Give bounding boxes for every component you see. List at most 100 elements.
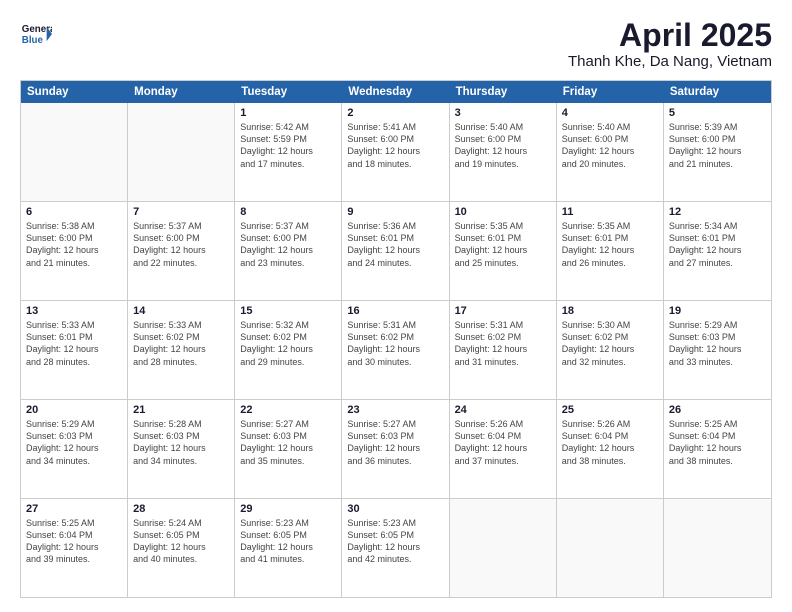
calendar-row-4: 27 Sunrise: 5:25 AM Sunset: 6:04 PM Dayli… [21,499,771,597]
calendar-cell [450,499,557,597]
calendar-cell: 23 Sunrise: 5:27 AM Sunset: 6:03 PM Dayli… [342,400,449,498]
cell-info: Sunrise: 5:31 AM Sunset: 6:02 PM Dayligh… [347,319,443,368]
title-block: April 2025 Thanh Khe, Da Nang, Vietnam [568,18,772,70]
cell-info: Sunrise: 5:40 AM Sunset: 6:00 PM Dayligh… [562,121,658,170]
cell-day-number: 7 [133,206,229,218]
cell-day-number: 15 [240,305,336,317]
cell-day-number: 13 [26,305,122,317]
cell-info: Sunrise: 5:32 AM Sunset: 6:02 PM Dayligh… [240,319,336,368]
cell-info: Sunrise: 5:26 AM Sunset: 6:04 PM Dayligh… [455,418,551,467]
calendar-cell: 18 Sunrise: 5:30 AM Sunset: 6:02 PM Dayli… [557,301,664,399]
cell-day-number: 3 [455,107,551,119]
weekday-header-saturday: Saturday [664,81,771,103]
cell-info: Sunrise: 5:41 AM Sunset: 6:00 PM Dayligh… [347,121,443,170]
cell-day-number: 29 [240,503,336,515]
calendar-cell: 19 Sunrise: 5:29 AM Sunset: 6:03 PM Dayli… [664,301,771,399]
calendar-cell: 24 Sunrise: 5:26 AM Sunset: 6:04 PM Dayli… [450,400,557,498]
calendar-cell: 27 Sunrise: 5:25 AM Sunset: 6:04 PM Dayli… [21,499,128,597]
cell-info: Sunrise: 5:37 AM Sunset: 6:00 PM Dayligh… [133,220,229,269]
calendar-cell: 30 Sunrise: 5:23 AM Sunset: 6:05 PM Dayli… [342,499,449,597]
cell-info: Sunrise: 5:30 AM Sunset: 6:02 PM Dayligh… [562,319,658,368]
cell-day-number: 20 [26,404,122,416]
cell-day-number: 2 [347,107,443,119]
calendar-cell: 1 Sunrise: 5:42 AM Sunset: 5:59 PM Daylig… [235,103,342,201]
calendar-cell: 4 Sunrise: 5:40 AM Sunset: 6:00 PM Daylig… [557,103,664,201]
cell-info: Sunrise: 5:39 AM Sunset: 6:00 PM Dayligh… [669,121,766,170]
weekday-header-monday: Monday [128,81,235,103]
calendar-cell: 21Sunrise: 5:28 AM Sunset: 6:03 PM Dayli… [128,400,235,498]
calendar-cell: 7 Sunrise: 5:37 AM Sunset: 6:00 PM Daylig… [128,202,235,300]
cell-day-number: 12 [669,206,766,218]
logo: General Blue [20,18,52,50]
cell-info: Sunrise: 5:36 AM Sunset: 6:01 PM Dayligh… [347,220,443,269]
cell-info: Sunrise: 5:29 AM Sunset: 6:03 PM Dayligh… [26,418,122,467]
weekday-header-friday: Friday [557,81,664,103]
calendar-cell: 20 Sunrise: 5:29 AM Sunset: 6:03 PM Dayli… [21,400,128,498]
cell-info: Sunrise: 5:33 AM Sunset: 6:01 PM Dayligh… [26,319,122,368]
cell-day-number: 9 [347,206,443,218]
cell-day-number: 5 [669,107,766,119]
header: General Blue April 2025 Thanh Khe, Da Na… [20,18,772,70]
cell-info: Sunrise: 5:23 AM Sunset: 6:05 PM Dayligh… [347,517,443,566]
cell-day-number: 19 [669,305,766,317]
cell-day-number: 10 [455,206,551,218]
calendar-cell: 29 Sunrise: 5:23 AM Sunset: 6:05 PM Dayli… [235,499,342,597]
cell-info: Sunrise: 5:27 AM Sunset: 6:03 PM Dayligh… [347,418,443,467]
weekday-header-tuesday: Tuesday [235,81,342,103]
cell-day-number: 17 [455,305,551,317]
cell-info: Sunrise: 5:23 AM Sunset: 6:05 PM Dayligh… [240,517,336,566]
cell-day-number: 21 [133,404,229,416]
cell-day-number: 1 [240,107,336,119]
cell-info: Sunrise: 5:24 AM Sunset: 6:05 PM Dayligh… [133,517,229,566]
cell-day-number: 24 [455,404,551,416]
calendar-cell: 14Sunrise: 5:33 AM Sunset: 6:02 PM Dayli… [128,301,235,399]
cell-info: Sunrise: 5:38 AM Sunset: 6:00 PM Dayligh… [26,220,122,269]
calendar-cell [128,103,235,201]
cell-day-number: 18 [562,305,658,317]
calendar-cell: 17 Sunrise: 5:31 AM Sunset: 6:02 PM Dayli… [450,301,557,399]
weekday-header-thursday: Thursday [450,81,557,103]
cell-info: Sunrise: 5:25 AM Sunset: 6:04 PM Dayligh… [26,517,122,566]
calendar-cell: 5 Sunrise: 5:39 AM Sunset: 6:00 PM Daylig… [664,103,771,201]
cell-info: Sunrise: 5:29 AM Sunset: 6:03 PM Dayligh… [669,319,766,368]
cell-info: Sunrise: 5:35 AM Sunset: 6:01 PM Dayligh… [562,220,658,269]
cell-day-number: 11 [562,206,658,218]
main-title: April 2025 [568,18,772,53]
cell-info: Sunrise: 5:25 AM Sunset: 6:04 PM Dayligh… [669,418,766,467]
calendar-cell: 26Sunrise: 5:25 AM Sunset: 6:04 PM Dayli… [664,400,771,498]
cell-day-number: 8 [240,206,336,218]
page: General Blue April 2025 Thanh Khe, Da Na… [0,0,792,612]
calendar-cell: 28 Sunrise: 5:24 AM Sunset: 6:05 PM Dayli… [128,499,235,597]
cell-day-number: 27 [26,503,122,515]
cell-day-number: 28 [133,503,229,515]
calendar-body: 1 Sunrise: 5:42 AM Sunset: 5:59 PM Daylig… [21,103,771,597]
calendar-cell [557,499,664,597]
cell-info: Sunrise: 5:35 AM Sunset: 6:01 PM Dayligh… [455,220,551,269]
cell-info: Sunrise: 5:26 AM Sunset: 6:04 PM Dayligh… [562,418,658,467]
weekday-header-sunday: Sunday [21,81,128,103]
calendar-cell: 9 Sunrise: 5:36 AM Sunset: 6:01 PM Daylig… [342,202,449,300]
calendar-cell: 2 Sunrise: 5:41 AM Sunset: 6:00 PM Daylig… [342,103,449,201]
cell-info: Sunrise: 5:42 AM Sunset: 5:59 PM Dayligh… [240,121,336,170]
calendar-cell: 10 Sunrise: 5:35 AM Sunset: 6:01 PM Dayli… [450,202,557,300]
calendar-cell: 3Sunrise: 5:40 AM Sunset: 6:00 PM Daylig… [450,103,557,201]
cell-info: Sunrise: 5:27 AM Sunset: 6:03 PM Dayligh… [240,418,336,467]
calendar-cell: 13 Sunrise: 5:33 AM Sunset: 6:01 PM Dayli… [21,301,128,399]
calendar-row-0: 1 Sunrise: 5:42 AM Sunset: 5:59 PM Daylig… [21,103,771,202]
cell-day-number: 30 [347,503,443,515]
cell-day-number: 22 [240,404,336,416]
calendar-row-2: 13 Sunrise: 5:33 AM Sunset: 6:01 PM Dayli… [21,301,771,400]
cell-info: Sunrise: 5:33 AM Sunset: 6:02 PM Dayligh… [133,319,229,368]
calendar-cell: 16Sunrise: 5:31 AM Sunset: 6:02 PM Dayli… [342,301,449,399]
calendar-cell: 22 Sunrise: 5:27 AM Sunset: 6:03 PM Dayli… [235,400,342,498]
calendar-cell: 6 Sunrise: 5:38 AM Sunset: 6:00 PM Daylig… [21,202,128,300]
cell-day-number: 6 [26,206,122,218]
cell-day-number: 25 [562,404,658,416]
calendar-cell: 12 Sunrise: 5:34 AM Sunset: 6:01 PM Dayli… [664,202,771,300]
calendar-row-1: 6 Sunrise: 5:38 AM Sunset: 6:00 PM Daylig… [21,202,771,301]
cell-info: Sunrise: 5:31 AM Sunset: 6:02 PM Dayligh… [455,319,551,368]
cell-info: Sunrise: 5:37 AM Sunset: 6:00 PM Dayligh… [240,220,336,269]
cell-day-number: 4 [562,107,658,119]
cell-info: Sunrise: 5:34 AM Sunset: 6:01 PM Dayligh… [669,220,766,269]
cell-day-number: 23 [347,404,443,416]
